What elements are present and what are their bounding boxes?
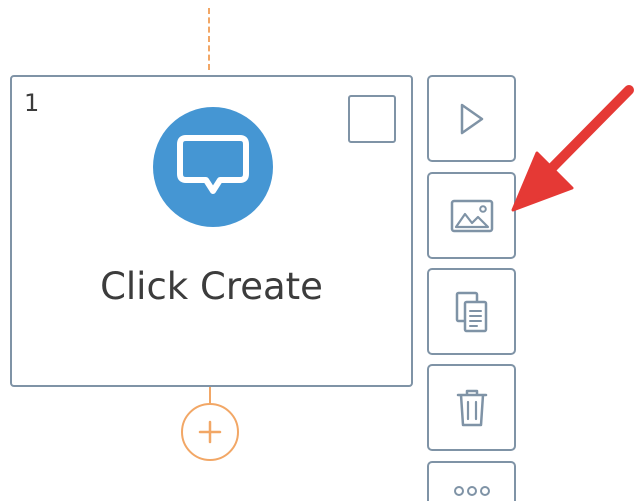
- red-arrow-icon: [511, 85, 634, 212]
- copy-icon: [455, 291, 487, 332]
- add-step-button[interactable]: [181, 403, 239, 461]
- trash-icon: [456, 389, 487, 426]
- copy-button[interactable]: [427, 268, 516, 355]
- step-card[interactable]: 1 Click Create: [10, 75, 413, 387]
- play-icon: [460, 103, 483, 134]
- image-button[interactable]: [427, 172, 516, 259]
- connector-line-top: [208, 8, 210, 70]
- step-icon-circle: [153, 107, 273, 227]
- delete-button[interactable]: [427, 364, 516, 451]
- image-icon: [450, 199, 493, 232]
- more-options-button[interactable]: [427, 461, 516, 501]
- step-select-checkbox[interactable]: [348, 95, 396, 143]
- flow-canvas: 1 Click Create: [0, 0, 636, 501]
- play-button[interactable]: [427, 75, 516, 162]
- more-icon: [453, 486, 490, 496]
- chat-bubble-icon: [177, 135, 249, 194]
- step-label: Click Create: [100, 265, 323, 308]
- connector-line-bottom: [209, 387, 211, 404]
- plus-icon: [198, 420, 222, 444]
- step-number: 1: [24, 89, 40, 117]
